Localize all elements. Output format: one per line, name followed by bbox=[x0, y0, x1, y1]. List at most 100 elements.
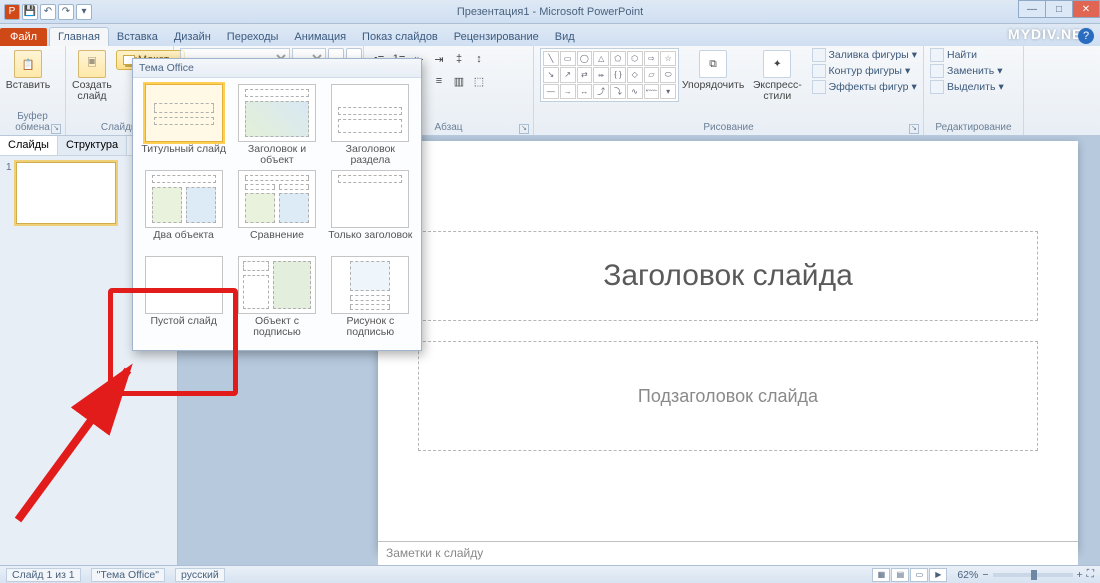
shape-outline-button[interactable]: Контур фигуры ▾ bbox=[812, 64, 917, 78]
new-slide-button[interactable]: 🗏 Создать слайд bbox=[72, 48, 112, 102]
select-icon bbox=[930, 80, 944, 94]
layout-caption: Объект с подписью bbox=[232, 316, 321, 338]
close-button[interactable]: ✕ bbox=[1072, 0, 1100, 18]
shape-format-links: Заливка фигуры ▾ Контур фигуры ▾ Эффекты… bbox=[812, 48, 917, 94]
layout-title-slide[interactable]: Титульный слайд bbox=[139, 84, 228, 166]
tab-view[interactable]: Вид bbox=[547, 28, 583, 46]
maximize-button[interactable]: □ bbox=[1045, 0, 1073, 18]
status-theme: "Тема Office" bbox=[91, 568, 165, 582]
tab-file[interactable]: Файл bbox=[0, 28, 47, 46]
justify-button[interactable]: ≡ bbox=[430, 72, 448, 90]
text-direction-button[interactable]: ↕ bbox=[470, 50, 488, 68]
minimize-button[interactable]: — bbox=[1018, 0, 1046, 18]
save-icon[interactable]: 💾 bbox=[22, 4, 38, 20]
paste-icon: 📋 bbox=[14, 50, 42, 78]
zoom-slider[interactable] bbox=[993, 573, 1073, 577]
drawing-dialog-launcher[interactable]: ↘ bbox=[909, 124, 919, 134]
layout-caption: Два объекта bbox=[153, 230, 213, 252]
columns-button[interactable]: ▥ bbox=[450, 72, 468, 90]
find-button[interactable]: Найти bbox=[930, 48, 1004, 62]
fit-to-window-button[interactable]: ⛶ bbox=[1087, 568, 1094, 581]
layout-caption: Заголовок и объект bbox=[232, 144, 321, 166]
zoom-control: 62% − + ⛶ bbox=[957, 568, 1094, 581]
pane-tab-slides[interactable]: Слайды bbox=[0, 136, 58, 155]
arrange-label: Упорядочить bbox=[682, 80, 744, 91]
arrange-icon: ⧉ bbox=[699, 50, 727, 78]
view-normal-button[interactable]: ▦ bbox=[872, 568, 890, 582]
new-slide-icon: 🗏 bbox=[78, 50, 106, 78]
layout-caption: Рисунок с подписью bbox=[326, 316, 415, 338]
zoom-out-button[interactable]: − bbox=[982, 569, 988, 581]
shapes-gallery[interactable]: ╲▭◯△⬠⬡⇨☆ ↘↗⇄⬰{ }◇▱⬭ —→↔⤴⤵∿⬳▾ bbox=[540, 48, 679, 102]
window-buttons: — □ ✕ bbox=[1019, 0, 1100, 18]
notes-pane[interactable]: Заметки к слайду bbox=[378, 541, 1078, 565]
layout-section-header[interactable]: Заголовок раздела bbox=[326, 84, 415, 166]
replace-icon bbox=[930, 64, 944, 78]
shape-fill-button[interactable]: Заливка фигуры ▾ bbox=[812, 48, 917, 62]
shape-outline-icon bbox=[812, 64, 826, 78]
group-drawing-label: Рисование↘ bbox=[540, 122, 917, 135]
title-bar: P 💾 ↶ ↷ ▾ Презентация1 - Microsoft Power… bbox=[0, 0, 1100, 24]
quick-styles-icon: ✦ bbox=[763, 50, 791, 78]
layout-caption: Заголовок раздела bbox=[326, 144, 415, 166]
layout-caption: Только заголовок bbox=[328, 230, 412, 252]
window-title: Презентация1 - Microsoft PowerPoint bbox=[457, 6, 643, 18]
title-placeholder[interactable]: Заголовок слайда bbox=[418, 231, 1038, 321]
layout-blank[interactable]: Пустой слайд bbox=[139, 256, 228, 338]
group-clipboard-label: Буфер обмена↘ bbox=[6, 111, 59, 135]
quick-styles-button[interactable]: ✦ Экспресс-стили bbox=[747, 48, 807, 102]
zoom-in-button[interactable]: + bbox=[1077, 569, 1083, 581]
layout-title-only[interactable]: Только заголовок bbox=[326, 170, 415, 252]
status-language[interactable]: русский bbox=[175, 568, 225, 582]
tab-transitions[interactable]: Переходы bbox=[219, 28, 287, 46]
layout-caption: Сравнение bbox=[250, 230, 304, 252]
layout-panel-header: Тема Office bbox=[133, 59, 421, 78]
increase-indent-button[interactable]: ⇥ bbox=[430, 50, 448, 68]
find-icon bbox=[930, 48, 944, 62]
select-button[interactable]: Выделить ▾ bbox=[930, 80, 1004, 94]
layout-picture-caption[interactable]: Рисунок с подписью bbox=[326, 256, 415, 338]
view-sorter-button[interactable]: ▤ bbox=[891, 568, 909, 582]
shape-effects-button[interactable]: Эффекты фигур ▾ bbox=[812, 80, 917, 94]
tab-design[interactable]: Дизайн bbox=[166, 28, 219, 46]
group-editing: Найти Заменить ▾ Выделить ▾ Редактирован… bbox=[924, 46, 1024, 135]
layout-content-caption[interactable]: Объект с подписью bbox=[232, 256, 321, 338]
line-spacing-button[interactable]: ‡ bbox=[450, 50, 468, 68]
slide-canvas[interactable]: Заголовок слайда Подзаголовок слайда bbox=[378, 141, 1078, 551]
tab-slideshow[interactable]: Показ слайдов bbox=[354, 28, 446, 46]
redo-icon[interactable]: ↷ bbox=[58, 4, 74, 20]
layout-comparison[interactable]: Сравнение bbox=[232, 170, 321, 252]
group-drawing: ╲▭◯△⬠⬡⇨☆ ↘↗⇄⬰{ }◇▱⬭ —→↔⤴⤵∿⬳▾ ⧉ Упорядочи… bbox=[534, 46, 924, 135]
clipboard-dialog-launcher[interactable]: ↘ bbox=[51, 124, 61, 134]
layout-title-content[interactable]: Заголовок и объект bbox=[232, 84, 321, 166]
layout-two-content[interactable]: Два объекта bbox=[139, 170, 228, 252]
replace-button[interactable]: Заменить ▾ bbox=[930, 64, 1004, 78]
quick-styles-label: Экспресс-стили bbox=[747, 80, 807, 102]
paste-button[interactable]: 📋 Вставить bbox=[6, 48, 50, 91]
subtitle-placeholder[interactable]: Подзаголовок слайда bbox=[418, 341, 1038, 451]
layout-caption: Пустой слайд bbox=[150, 316, 216, 338]
qat-more-icon[interactable]: ▾ bbox=[76, 4, 92, 20]
view-slideshow-button[interactable]: ▶ bbox=[929, 568, 947, 582]
new-slide-label: Создать слайд bbox=[72, 80, 112, 102]
ribbon-tabs: Файл Главная Вставка Дизайн Переходы Ани… bbox=[0, 24, 1100, 46]
tab-review[interactable]: Рецензирование bbox=[446, 28, 547, 46]
convert-smartart-button[interactable]: ⬚ bbox=[470, 72, 488, 90]
thumbnail-number: 1 bbox=[6, 162, 12, 224]
paragraph-dialog-launcher[interactable]: ↘ bbox=[519, 124, 529, 134]
paste-label: Вставить bbox=[6, 80, 51, 91]
status-slide-count: Слайд 1 из 1 bbox=[6, 568, 81, 582]
thumbnail-preview bbox=[16, 162, 116, 224]
shape-effects-icon bbox=[812, 80, 826, 94]
help-icon[interactable]: ? bbox=[1078, 28, 1094, 44]
tab-home[interactable]: Главная bbox=[49, 27, 109, 46]
quick-access-toolbar: P 💾 ↶ ↷ ▾ bbox=[0, 4, 92, 20]
tab-insert[interactable]: Вставка bbox=[109, 28, 166, 46]
arrange-button[interactable]: ⧉ Упорядочить bbox=[683, 48, 743, 91]
layout-dropdown-panel: Тема Office Титульный слайд Заголовок и … bbox=[132, 58, 422, 351]
undo-icon[interactable]: ↶ bbox=[40, 4, 56, 20]
pane-tab-outline[interactable]: Структура bbox=[58, 136, 127, 155]
tab-animation[interactable]: Анимация bbox=[286, 28, 354, 46]
view-reading-button[interactable]: ▭ bbox=[910, 568, 928, 582]
layout-caption: Титульный слайд bbox=[141, 144, 226, 166]
